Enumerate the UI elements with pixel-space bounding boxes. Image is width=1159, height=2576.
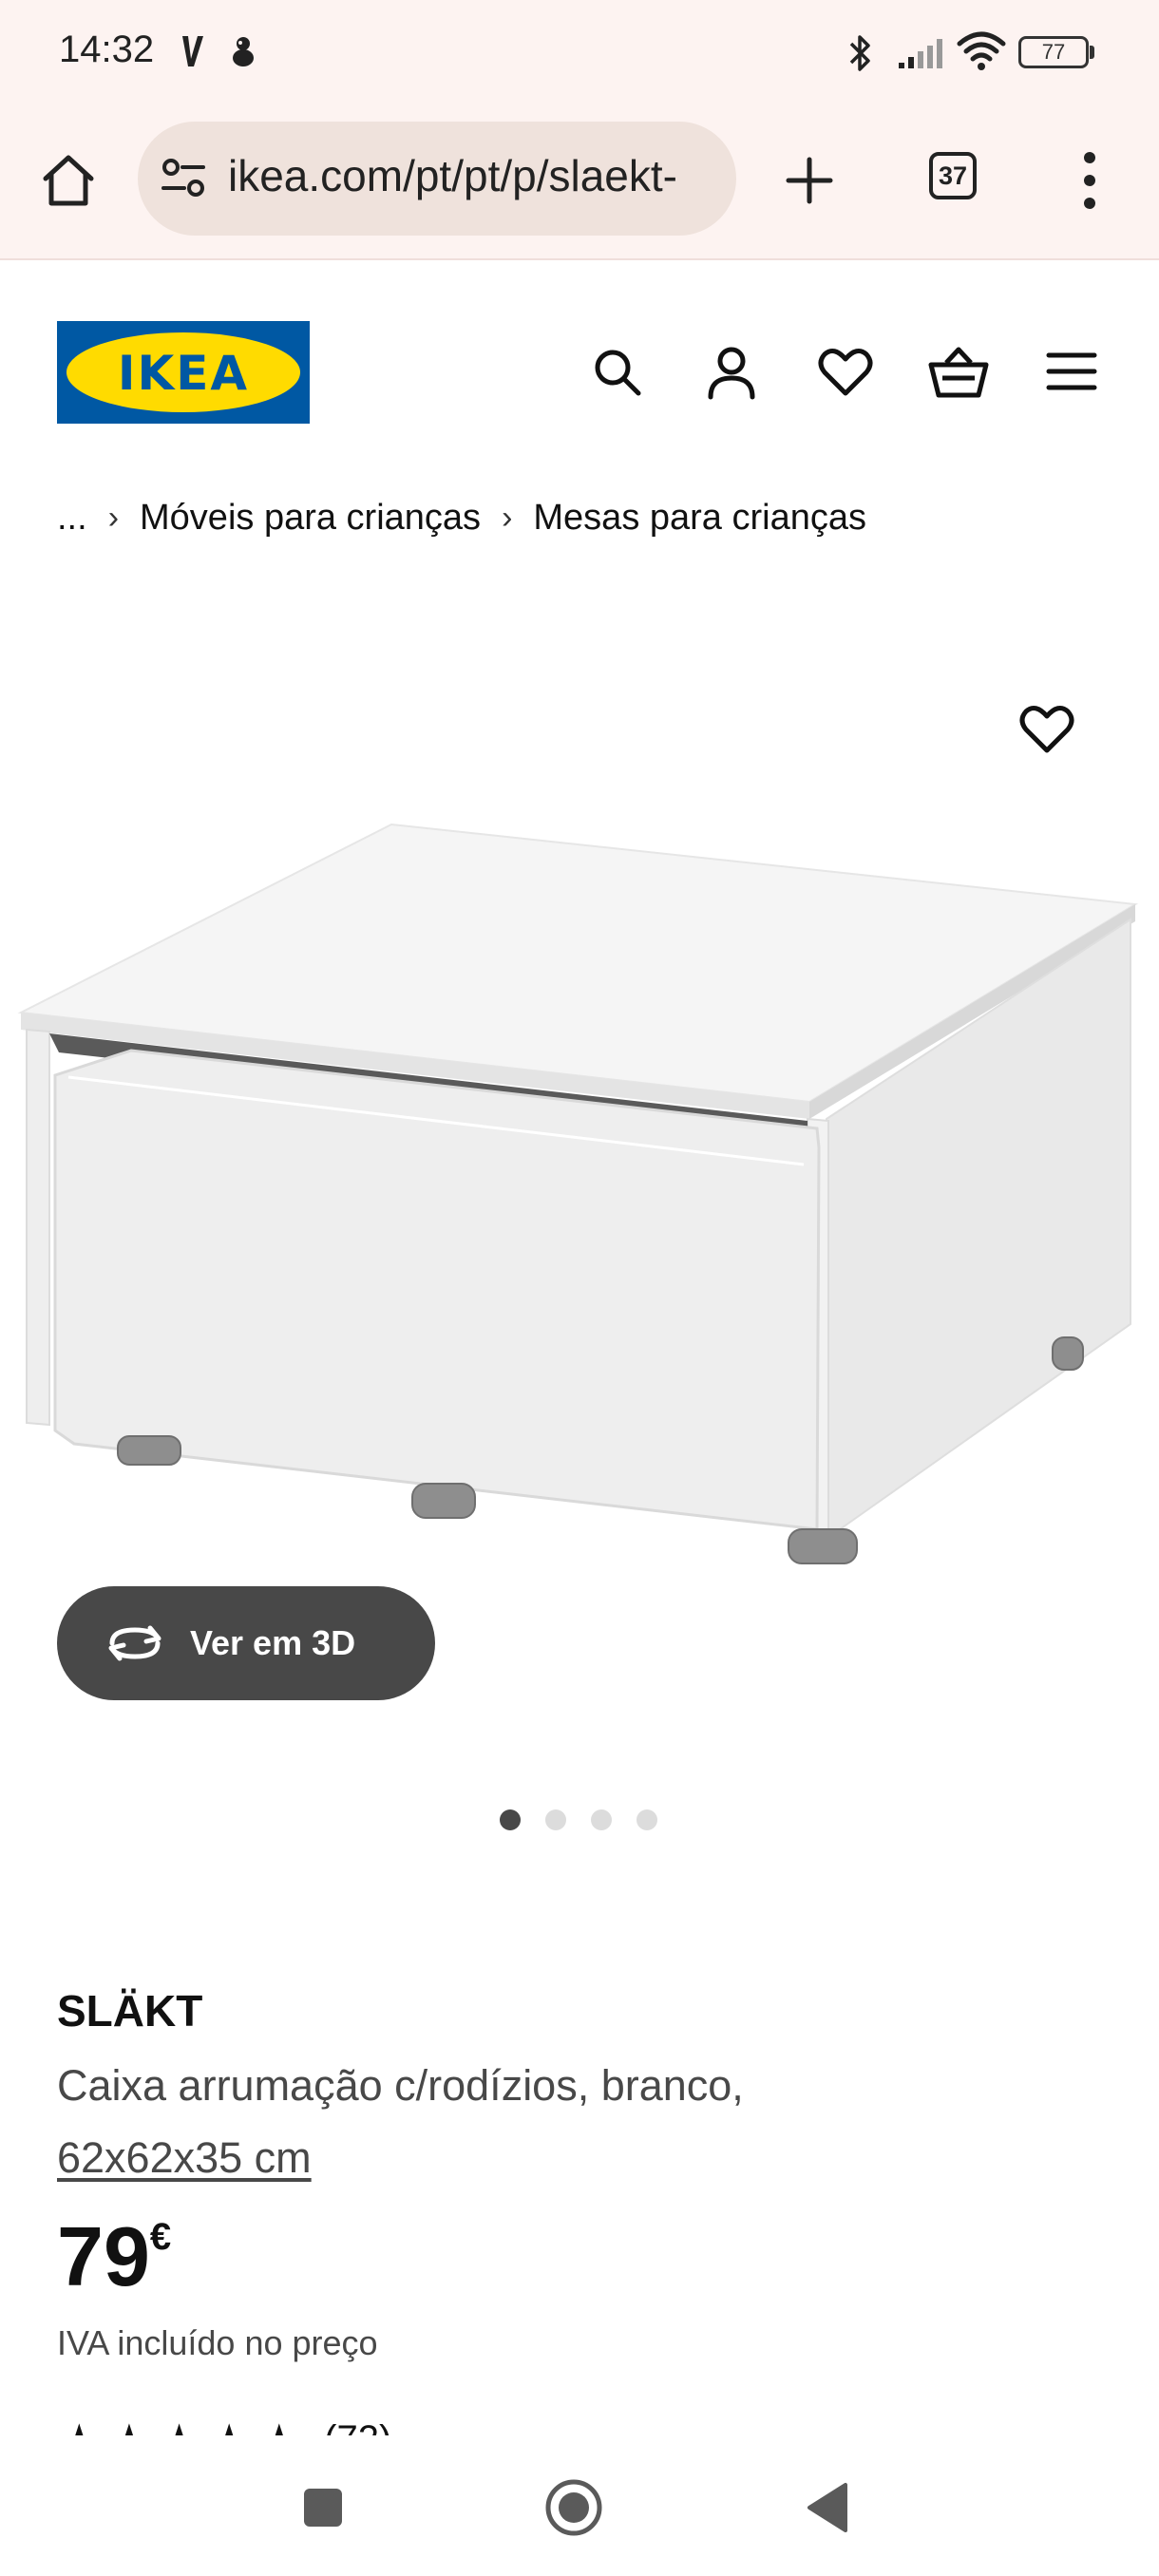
review-count[interactable]: (72)	[324, 2418, 391, 2435]
breadcrumb-ellipsis[interactable]: ...	[57, 498, 87, 539]
battery-tip	[1090, 46, 1094, 59]
chevron-right-icon: ›	[107, 500, 120, 536]
product-description-block: Caixa arrumação c/rodízios, branco, 62x6…	[57, 2050, 1102, 2194]
carousel-dot-1[interactable]	[500, 1809, 521, 1830]
v-app-icon	[179, 32, 207, 70]
carousel-dot-4[interactable]	[636, 1809, 657, 1830]
breadcrumb-item-moveis[interactable]: Móveis para crianças	[140, 498, 481, 539]
breadcrumb-item-mesas[interactable]: Mesas para crianças	[533, 498, 866, 539]
home-nav-icon[interactable]	[543, 2477, 604, 2538]
star-icon: ★	[157, 2418, 201, 2435]
tabs-icon[interactable]: 37	[929, 152, 977, 199]
price-currency: €	[149, 2216, 172, 2258]
star-icon: ★	[207, 2418, 252, 2435]
notification-app-icon	[228, 34, 258, 68]
product-name: SLÄKT	[57, 1986, 203, 2036]
breadcrumb: ... › Móveis para crianças › Mesas para …	[57, 498, 866, 539]
search-icon[interactable]	[589, 344, 646, 401]
status-time: 14:32	[59, 28, 155, 70]
favorites-icon[interactable]	[815, 344, 876, 401]
chevron-right-icon: ›	[502, 500, 513, 536]
price-value: 79	[57, 2209, 150, 2303]
product-image[interactable]	[0, 798, 1159, 1577]
product-price: 79€	[57, 2208, 171, 2305]
vat-note: IVA incluído no preço	[57, 2323, 378, 2362]
view-3d-label: Ver em 3D	[190, 1623, 356, 1662]
chrome-divider	[0, 258, 1159, 260]
logo-text: IKEA	[117, 346, 250, 401]
battery-icon: 77	[1018, 36, 1089, 68]
home-icon[interactable]	[36, 148, 101, 213]
ikea-logo[interactable]: IKEA	[57, 321, 310, 424]
product-rating[interactable]: ★ ★ ★ ★ ★ (72)	[57, 2407, 391, 2435]
url-text[interactable]: ikea.com/pt/pt/p/slaekt-	[228, 150, 712, 201]
view-3d-button[interactable]: Ver em 3D	[57, 1586, 435, 1700]
cart-icon[interactable]	[927, 342, 990, 403]
signal-icon	[897, 36, 946, 70]
wifi-icon	[956, 30, 1007, 72]
rotate-3d-icon	[104, 1622, 165, 1664]
product-dimensions-link[interactable]: 62x62x35 cm	[57, 2133, 312, 2182]
product-description: Caixa arrumação c/rodízios, branco,	[57, 2061, 744, 2110]
recents-icon[interactable]	[300, 2485, 346, 2530]
site-settings-icon[interactable]	[160, 156, 207, 201]
half-star-icon: ★	[257, 2418, 302, 2435]
back-icon[interactable]	[804, 2481, 851, 2534]
new-tab-icon[interactable]	[781, 152, 838, 209]
star-icon: ★	[57, 2418, 102, 2435]
star-icon: ★	[107, 2418, 152, 2435]
carousel-dot-2[interactable]	[545, 1809, 566, 1830]
menu-dots-icon[interactable]	[1074, 150, 1106, 211]
add-to-favorites-heart-icon[interactable]	[1016, 701, 1077, 758]
bluetooth-icon	[844, 32, 878, 74]
hamburger-menu-icon[interactable]	[1045, 348, 1098, 395]
account-icon[interactable]	[703, 342, 760, 403]
carousel-dot-3[interactable]	[591, 1809, 612, 1830]
